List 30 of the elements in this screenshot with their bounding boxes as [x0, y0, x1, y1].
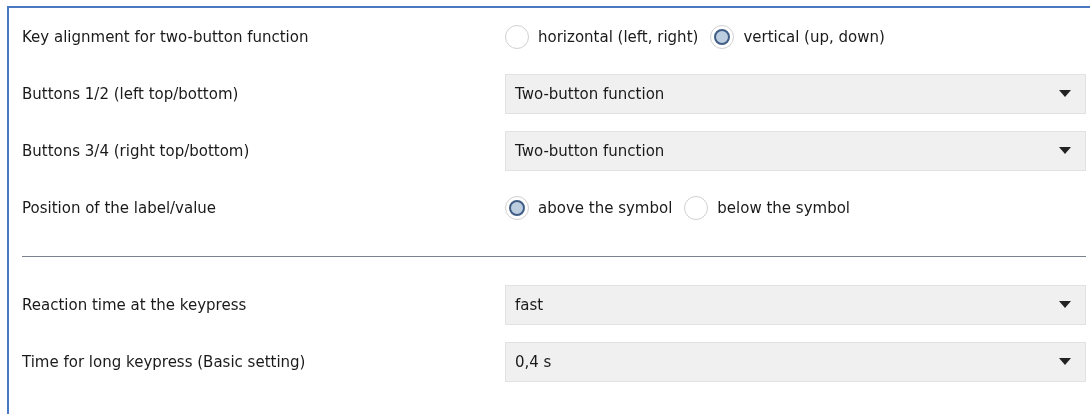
- dropdown-value: Two-button function: [515, 84, 665, 103]
- radio-button[interactable]: [505, 24, 529, 49]
- radio-button[interactable]: [710, 24, 735, 49]
- caret-icon: [1059, 147, 1071, 154]
- caret-icon: [1059, 301, 1071, 308]
- caret-icon: [1059, 90, 1071, 97]
- radio-option[interactable]: vertical (up, down): [710, 24, 885, 49]
- dropdown[interactable]: Two-button function: [505, 73, 1086, 114]
- caret-icon: [1059, 358, 1071, 365]
- option-label: below the symbol: [717, 198, 850, 217]
- setting-label: Key alignment for two-button function: [22, 27, 310, 46]
- setting-label: Reaction time at the keypress: [22, 295, 248, 314]
- setting-label: Buttons 1/2 (left top/bottom): [22, 84, 240, 103]
- dropdown[interactable]: 0,4 s: [505, 341, 1086, 382]
- radio-option[interactable]: below the symbol: [684, 195, 850, 220]
- radio-button[interactable]: [684, 195, 709, 220]
- setting-label: Buttons 3/4 (right top/bottom): [22, 141, 251, 160]
- dropdown-value: Two-button function: [515, 141, 665, 160]
- option-label: above the symbol: [538, 198, 673, 217]
- dropdown[interactable]: fast: [505, 284, 1086, 325]
- setting-label: Time for long keypress (Basic setting): [22, 352, 307, 371]
- setting-label: Position of the label/value: [22, 198, 218, 217]
- dropdown-value: 0,4 s: [515, 352, 552, 371]
- radio-option[interactable]: horizontal (left, right): [505, 24, 699, 49]
- option-label: horizontal (left, right): [538, 27, 699, 46]
- radio-button[interactable]: [505, 195, 529, 220]
- dropdown-value: fast: [515, 295, 544, 314]
- radio-option[interactable]: above the symbol: [505, 195, 673, 220]
- option-label: vertical (up, down): [743, 27, 885, 46]
- dropdown[interactable]: Two-button function: [505, 130, 1086, 171]
